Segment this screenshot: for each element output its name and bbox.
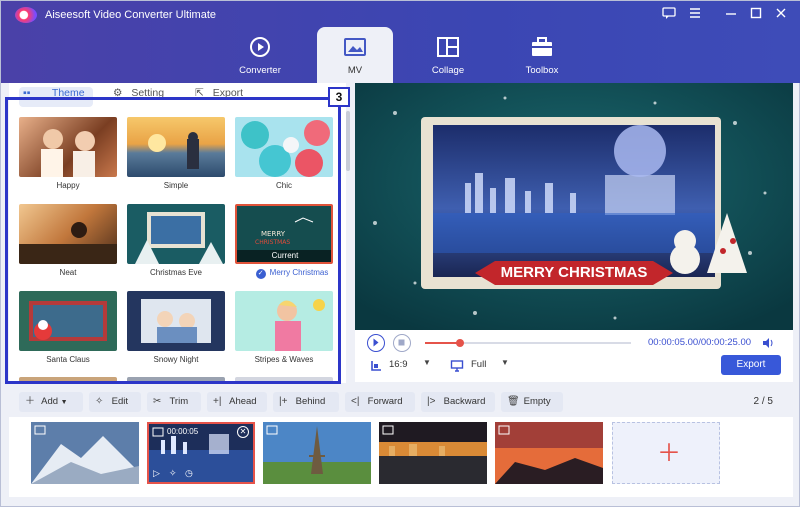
nav-tab-mv[interactable]: MV [317, 27, 393, 83]
plus-icon: ＋ [25, 396, 35, 407]
clip-thumbnail[interactable] [379, 422, 487, 484]
magic-wand-icon: ✧ [95, 396, 104, 407]
nav-tab-label: MV [347, 65, 363, 76]
add-label: Add [41, 396, 59, 407]
clip-thumbnail[interactable] [495, 422, 603, 484]
behind-label: Behind [295, 396, 326, 407]
chevron-down-icon: ▼ [501, 358, 509, 367]
title-bar: Aiseesoft Video Converter Ultimate Conve… [1, 1, 800, 83]
clip-thumbnail[interactable] [263, 422, 371, 484]
backward-icon: |> [427, 396, 436, 407]
chevron-down-icon: ▼ [423, 358, 431, 367]
chevron-down-icon: ▼ [60, 399, 68, 406]
time-total: 00:00:25.00 [700, 337, 752, 348]
clip-thumbnail-selected[interactable]: 00:00:05 ✕ ▷ ✧ ◷ [147, 422, 255, 484]
theme-scrollbar[interactable] [346, 111, 350, 171]
nav-tab-toolbox[interactable]: Toolbox [504, 27, 580, 83]
menu-icon[interactable] [687, 6, 703, 22]
clip-strip: 00:00:05 ✕ ▷ ✧ ◷ ＋ [9, 417, 793, 497]
playback-controls: 00:00:05.00/00:00:25.00 16:9 ▼ Full ▼ Ex… [355, 330, 793, 382]
plus-icon: ＋ [657, 440, 681, 467]
preview-image: MERRY CHRISTMAS [355, 83, 793, 330]
remove-clip-icon[interactable]: ✕ [237, 426, 249, 438]
forward-label: Forward [367, 396, 403, 407]
close-icon[interactable] [773, 6, 789, 22]
view-mode-select[interactable]: Full ▼ [471, 358, 515, 373]
mv-icon [343, 35, 367, 59]
view-mode-value: Full [471, 359, 487, 370]
add-button[interactable]: ＋ Add ▼ [19, 392, 83, 412]
trim-label: Trim [169, 396, 189, 407]
behind-button[interactable]: |+ Behind [273, 392, 339, 412]
insert-behind-icon: |+ [279, 396, 288, 407]
minimize-icon[interactable] [723, 6, 739, 22]
progress-knob[interactable] [456, 339, 465, 347]
backward-button[interactable]: |> Backward [421, 392, 495, 412]
collage-icon [436, 35, 460, 59]
forward-icon: <| [351, 396, 360, 407]
forward-button[interactable]: <| Forward [345, 392, 415, 412]
trim-button[interactable]: ✂ Trim [147, 392, 201, 412]
clip-edit-icon[interactable]: ✧ [169, 468, 177, 479]
stop-icon[interactable] [393, 334, 411, 352]
converter-icon [248, 35, 272, 59]
empty-button[interactable]: 🗑 Empty [501, 392, 563, 412]
preview-banner-text: MERRY CHRISTMAS [501, 264, 648, 281]
backward-label: Backward [443, 396, 486, 407]
aspect-ratio-icon [369, 359, 383, 373]
nav-tab-label: Toolbox [525, 65, 559, 76]
toolbox-icon [530, 35, 554, 59]
edit-button[interactable]: ✧ Edit [89, 392, 141, 412]
edit-label: Edit [111, 396, 129, 407]
clip-toolbar: ＋ Add ▼ ✧ Edit ✂ Trim +| Ahead |+ Behind… [9, 388, 793, 416]
empty-label: Empty [523, 396, 551, 407]
app-title: Aiseesoft Video Converter Ultimate [45, 9, 216, 21]
monitor-icon [450, 359, 464, 373]
progress-fill [425, 342, 461, 344]
scissors-icon: ✂ [153, 396, 162, 407]
clip-thumbnail[interactable] [31, 422, 139, 484]
page-indicator: 2 / 5 [753, 396, 773, 407]
nav-tab-label: Collage [431, 65, 465, 76]
app-window: Aiseesoft Video Converter Ultimate Conve… [0, 0, 800, 507]
feedback-icon[interactable] [661, 6, 677, 22]
play-icon[interactable] [367, 334, 385, 352]
ahead-button[interactable]: +| Ahead [207, 392, 267, 412]
insert-ahead-icon: +| [213, 396, 222, 407]
export-button[interactable]: Export [721, 355, 781, 375]
ahead-label: Ahead [229, 396, 257, 407]
app-logo-icon [15, 7, 37, 23]
nav-tab-label: Converter [239, 65, 281, 76]
aspect-ratio-select[interactable]: 16:9 ▼ [389, 358, 433, 373]
step-highlight-frame [5, 97, 341, 384]
clip-duration: 00:00:05 [167, 427, 199, 436]
step-badge: 3 [328, 87, 350, 107]
trash-icon: 🗑 [507, 396, 520, 407]
nav-tab-converter[interactable]: Converter [222, 27, 298, 83]
nav-tab-collage[interactable]: Collage [410, 27, 486, 83]
clip-play-icon[interactable]: ▷ [153, 468, 160, 479]
aspect-ratio-value: 16:9 [389, 359, 408, 370]
volume-icon[interactable] [761, 336, 775, 350]
maximize-icon[interactable] [748, 6, 764, 22]
time-current: 00:00:05.00 [648, 337, 699, 348]
clip-clock-icon[interactable]: ◷ [185, 468, 193, 479]
add-clip-button[interactable]: ＋ [612, 422, 720, 484]
progress-track[interactable] [425, 339, 631, 347]
preview-area: MERRY CHRISTMAS [355, 83, 793, 330]
